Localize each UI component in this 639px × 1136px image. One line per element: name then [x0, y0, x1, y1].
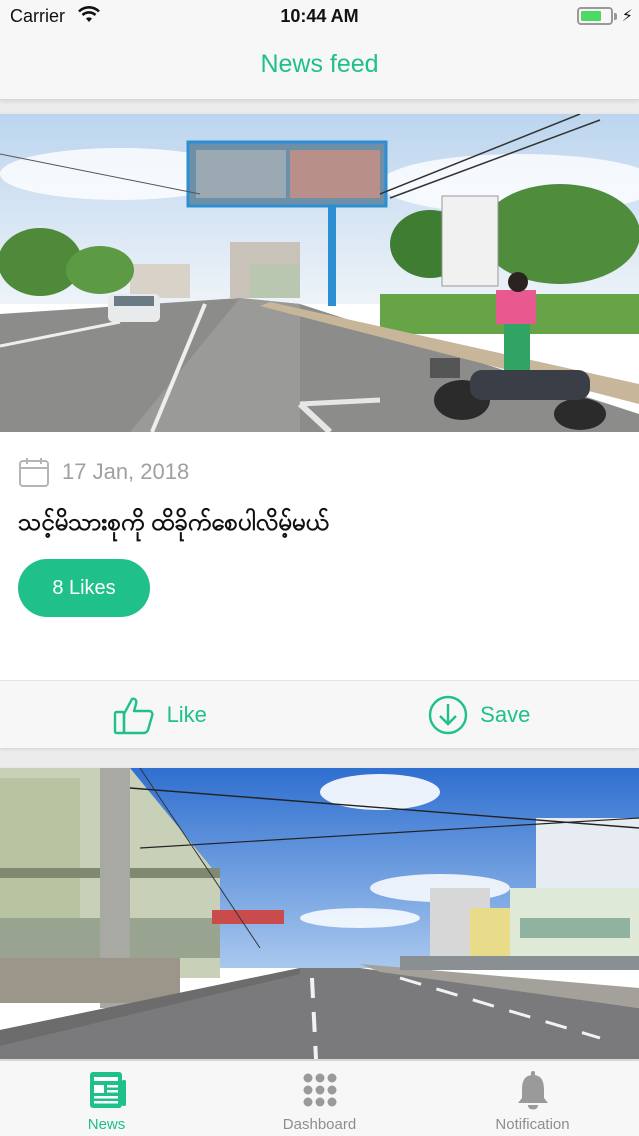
news-card-body: 17 Jan, 2018 သင့်မိသားစုကို ထိခိုက်စေပါလ… [0, 432, 639, 680]
navigation-bar: News feed [0, 34, 639, 100]
battery-tip [614, 13, 617, 20]
like-label: Like [166, 701, 207, 727]
street-photo-illustration [0, 768, 639, 1059]
page-title: News feed [260, 50, 379, 78]
download-circle-icon [428, 695, 468, 734]
bell-icon [517, 1071, 548, 1110]
tab-bar: News Dashboard Notification [0, 1060, 639, 1136]
news-photo[interactable] [0, 768, 639, 1059]
battery-icon [577, 7, 613, 25]
tab-label: News [87, 1116, 126, 1133]
save-button[interactable]: Save [320, 681, 639, 748]
tab-label: Notification [495, 1116, 570, 1133]
calendar-icon [19, 458, 49, 487]
news-photo[interactable] [0, 114, 639, 432]
status-bar: Carrier 10:44 AM ⚡ [0, 0, 639, 34]
newspaper-icon [89, 1072, 126, 1108]
date-row: 17 Jan, 2018 [18, 456, 189, 488]
street-photo-illustration [0, 114, 639, 432]
like-button[interactable]: Like [0, 681, 320, 748]
tab-news[interactable]: News [0, 1061, 213, 1136]
news-feed[interactable]: 17 Jan, 2018 သင့်မိသားစုကို ထိခိုက်စေပါလ… [0, 114, 639, 1059]
clock: 10:44 AM [280, 6, 359, 26]
tab-dashboard[interactable]: Dashboard [213, 1061, 426, 1136]
likes-count-button[interactable]: 8 Likes [18, 559, 150, 617]
thumbs-up-icon [113, 697, 154, 734]
news-headline[interactable]: သင့်မိသားစုကို ထိခိုက်စေပါလိမ့်မယ် [18, 506, 329, 542]
tab-label: Dashboard [282, 1116, 357, 1133]
grid-icon [303, 1073, 336, 1107]
charging-icon: ⚡ [621, 8, 633, 25]
news-date: 17 Jan, 2018 [62, 459, 190, 484]
news-card[interactable]: 17 Jan, 2018 သင့်မိသားစုကို ထိခိုက်စေပါလ… [0, 114, 639, 748]
save-label: Save [480, 701, 531, 727]
card-actions: Like Save [0, 680, 639, 748]
tab-notification[interactable]: Notification [426, 1061, 639, 1136]
news-card[interactable] [0, 768, 639, 1059]
